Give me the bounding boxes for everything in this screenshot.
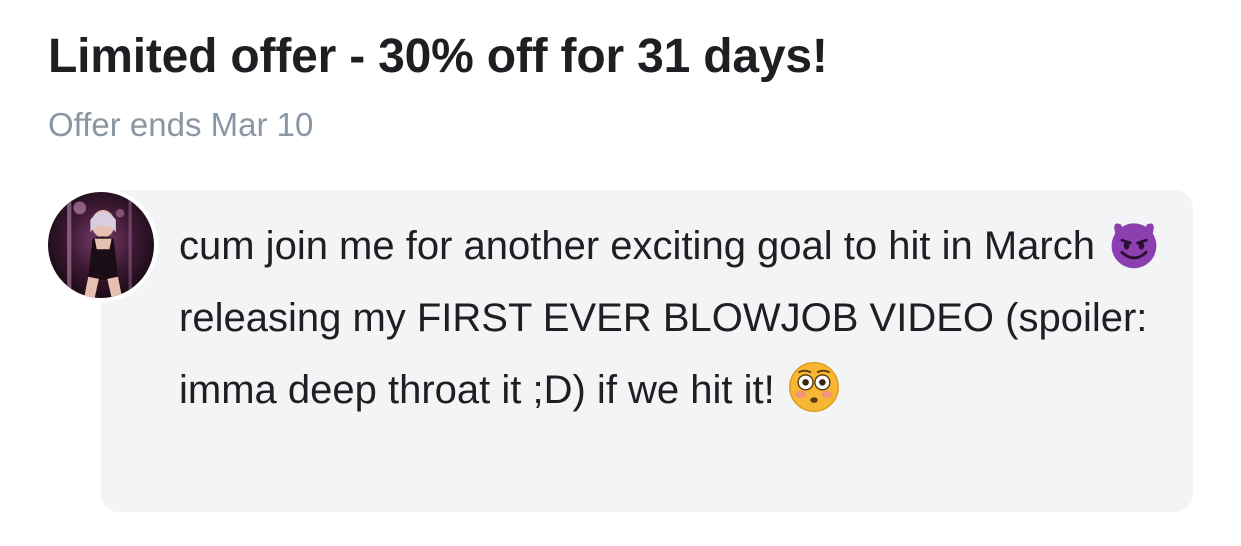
flushed-face-icon bbox=[786, 359, 842, 415]
message-text: cum join me for another exciting goal to… bbox=[179, 210, 1169, 426]
message-bubble: cum join me for another exciting goal to… bbox=[101, 190, 1193, 512]
message-text-part-2: releasing my FIRST EVER BLOWJOB VIDEO (s… bbox=[179, 296, 1148, 412]
offer-end-date: Offer ends Mar 10 bbox=[48, 106, 314, 143]
message-text-part-1: cum join me for another exciting goal to… bbox=[179, 224, 1095, 268]
avatar-image-icon bbox=[48, 192, 154, 298]
offer-header: Limited offer - 30% off for 31 days! Off… bbox=[48, 26, 1221, 146]
offer-title: Limited offer - 30% off for 31 days! bbox=[48, 30, 828, 83]
smiling-face-with-horns-icon bbox=[1106, 215, 1162, 271]
avatar-photo bbox=[48, 192, 154, 298]
creator-avatar[interactable] bbox=[44, 188, 158, 302]
